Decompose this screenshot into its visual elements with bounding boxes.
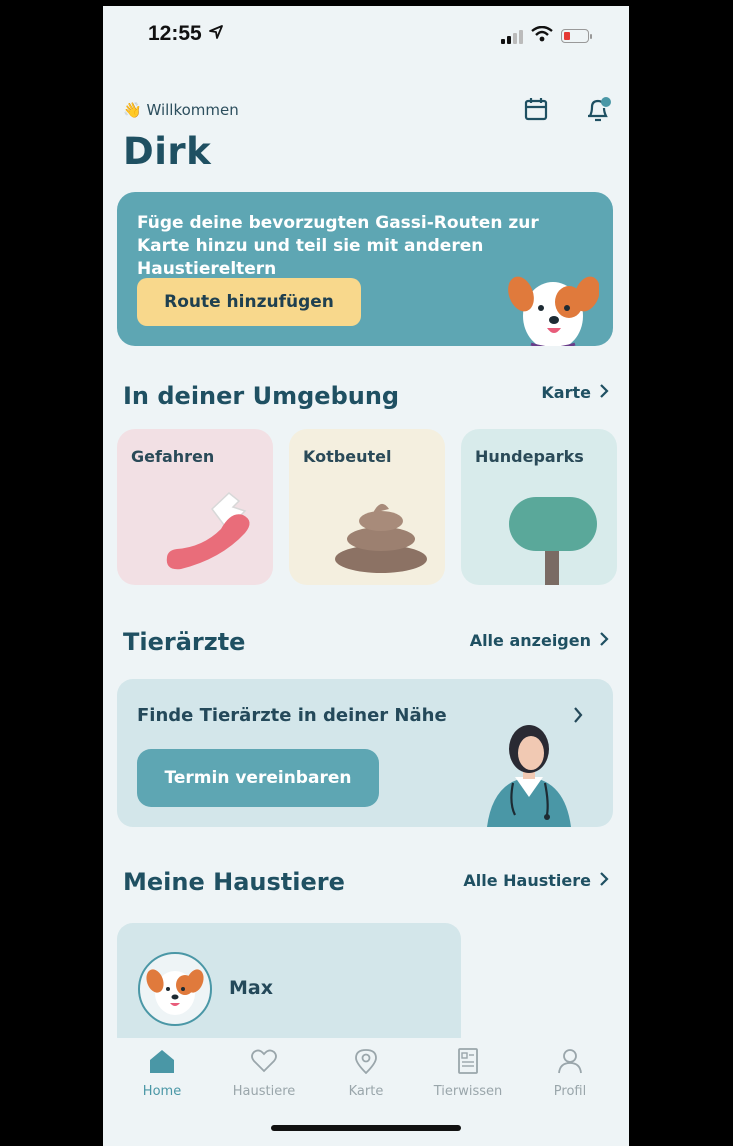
book-appointment-button[interactable]: Termin vereinbaren xyxy=(137,749,379,807)
dog-illustration xyxy=(508,276,599,346)
status-time-text: 12:55 xyxy=(148,22,202,45)
chevron-right-icon xyxy=(599,871,609,890)
wifi-icon xyxy=(531,25,553,46)
all-pets-label: Alle Haustiere xyxy=(463,871,591,890)
find-vets-title: Finde Tierärzte in deiner Nähe xyxy=(137,705,447,726)
tab-pets[interactable]: Haustiere xyxy=(214,1048,314,1146)
chevron-right-icon xyxy=(599,631,609,650)
tab-pets-label: Haustiere xyxy=(232,1084,296,1099)
tree-icon xyxy=(509,497,597,585)
header-actions xyxy=(523,94,613,128)
battery-icon xyxy=(561,29,592,43)
show-all-vets-link[interactable]: Alle anzeigen xyxy=(470,631,609,650)
chevron-right-icon xyxy=(599,383,609,402)
tile-dangers[interactable]: Gefahren xyxy=(117,429,273,585)
location-arrow-icon xyxy=(208,22,224,45)
welcome-text: Willkommen xyxy=(146,101,239,119)
find-vets-card[interactable]: Finde Tierärzte in deiner Nähe Termin ve… xyxy=(117,679,613,827)
signal-icon xyxy=(501,28,523,44)
status-icons xyxy=(501,25,592,46)
status-time: 12:55 xyxy=(148,22,224,46)
tab-knowledge[interactable]: Tierwissen xyxy=(418,1048,518,1146)
map-link-label: Karte xyxy=(541,383,591,402)
user-name: Dirk xyxy=(123,130,212,173)
tab-home[interactable]: Home xyxy=(112,1048,212,1146)
map-pin-icon xyxy=(352,1048,380,1078)
pet-name: Max xyxy=(229,977,273,999)
poop-icon xyxy=(335,503,427,573)
pet-avatar xyxy=(138,952,212,1026)
heart-icon xyxy=(250,1048,278,1078)
pets-section-title: Meine Haustiere xyxy=(123,868,345,896)
pet-card[interactable]: Max xyxy=(117,923,461,1053)
add-route-button[interactable]: Route hinzufügen xyxy=(137,278,361,326)
show-all-vets-label: Alle anzeigen xyxy=(469,631,591,650)
sausage-bait-icon xyxy=(166,492,250,570)
tile-dog-parks-label: Hundeparks xyxy=(475,447,584,466)
waving-hand-icon: 👋 xyxy=(123,101,142,119)
tab-profile-label: Profil xyxy=(553,1084,587,1099)
home-icon xyxy=(148,1048,176,1078)
tab-home-label: Home xyxy=(142,1084,182,1099)
tile-poop-bags[interactable]: Kotbeutel xyxy=(289,429,445,585)
calendar-icon[interactable] xyxy=(523,96,549,126)
tab-map[interactable]: Karte xyxy=(316,1048,416,1146)
welcome-line: 👋 Willkommen xyxy=(123,101,239,119)
article-icon xyxy=(454,1048,482,1078)
vet-doctor-illustration xyxy=(487,725,571,827)
tile-poop-bags-label: Kotbeutel xyxy=(303,447,392,466)
tile-dog-parks[interactable]: Hundeparks xyxy=(461,429,617,585)
profile-icon xyxy=(556,1048,584,1078)
tile-dangers-label: Gefahren xyxy=(131,447,215,466)
map-link[interactable]: Karte xyxy=(541,383,609,402)
nearby-section-title: In deiner Umgebung xyxy=(123,382,400,410)
tab-knowledge-label: Tierwissen xyxy=(433,1084,503,1099)
tab-profile[interactable]: Profil xyxy=(520,1048,620,1146)
vets-section-title: Tierärzte xyxy=(123,628,246,656)
phone-screen: 12:55 👋 Willkommen Dirk Füge deine bevor… xyxy=(103,6,629,1146)
notification-bell-icon[interactable] xyxy=(583,94,613,128)
route-banner: Füge deine bevorzugten Gassi-Routen zur … xyxy=(117,192,613,346)
tab-map-label: Karte xyxy=(348,1084,384,1099)
home-indicator[interactable] xyxy=(271,1125,461,1131)
all-pets-link[interactable]: Alle Haustiere xyxy=(463,871,609,890)
